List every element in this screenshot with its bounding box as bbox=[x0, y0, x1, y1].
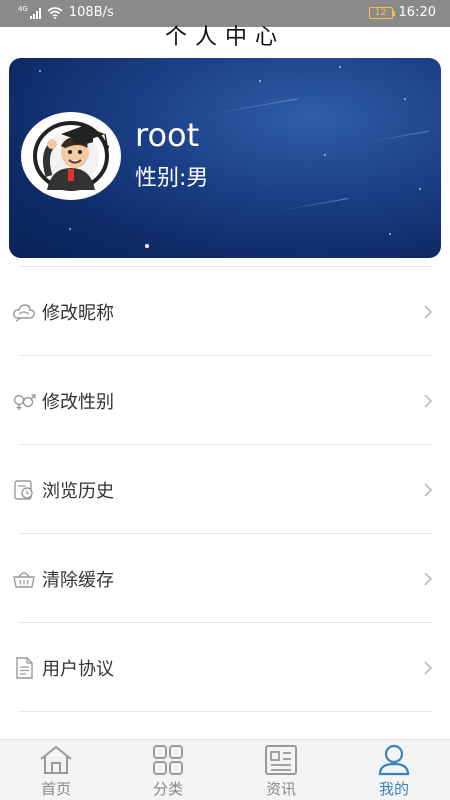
menu-item-label: 用户协议 bbox=[42, 659, 114, 680]
signal-icon bbox=[29, 7, 41, 19]
network-type: 4G bbox=[18, 4, 28, 13]
page-indicator-dot bbox=[145, 244, 149, 248]
nav-item-category[interactable]: 分类 bbox=[112, 740, 224, 800]
clock: 16:20 bbox=[398, 5, 436, 20]
chevron-right-icon bbox=[424, 572, 433, 586]
wifi-icon bbox=[47, 6, 63, 19]
streak-decoration bbox=[279, 197, 349, 212]
avatar[interactable] bbox=[21, 112, 121, 200]
cloud-icon bbox=[13, 304, 35, 322]
user-icon bbox=[378, 744, 410, 776]
nav-item-news[interactable]: 资讯 bbox=[225, 740, 337, 800]
news-icon bbox=[265, 745, 297, 775]
title-bar: 个人中心 bbox=[0, 25, 450, 53]
gender-text: 性别:男 bbox=[135, 166, 209, 191]
menu-item-user-agreement[interactable]: 用户协议 bbox=[0, 623, 450, 712]
nav-item-mine[interactable]: 我的 bbox=[338, 740, 450, 800]
menu-item-label: 清除缓存 bbox=[42, 570, 114, 591]
streak-decoration bbox=[209, 98, 299, 115]
star-decoration bbox=[69, 228, 71, 230]
star-decoration bbox=[324, 154, 326, 156]
star-decoration bbox=[259, 80, 261, 82]
chevron-right-icon bbox=[424, 394, 433, 408]
username: root bbox=[135, 116, 200, 154]
status-left: 4G 108B/s bbox=[18, 4, 114, 21]
menu-item-edit-nickname[interactable]: 修改昵称 bbox=[0, 267, 450, 356]
status-right: 12 16:20 bbox=[368, 5, 436, 20]
profile-card[interactable]: root 性别:男 bbox=[9, 58, 441, 258]
cartoon-graduate-avatar-icon bbox=[27, 116, 115, 196]
document-icon bbox=[16, 657, 33, 679]
menu-item-label: 修改性别 bbox=[42, 392, 114, 413]
menu-item-label: 修改昵称 bbox=[42, 303, 114, 324]
chevron-right-icon bbox=[424, 483, 433, 497]
battery-icon: 12 bbox=[368, 6, 395, 19]
star-decoration bbox=[419, 188, 421, 190]
star-decoration bbox=[404, 98, 406, 100]
divider bbox=[18, 711, 432, 712]
nav-label: 我的 bbox=[378, 780, 409, 798]
menu-item-browse-history[interactable]: 浏览历史 bbox=[0, 445, 450, 534]
status-bar: 4G 108B/s 12 16:20 bbox=[0, 0, 450, 27]
star-decoration bbox=[339, 66, 341, 68]
menu-item-edit-gender[interactable]: 修改性别 bbox=[0, 356, 450, 445]
streak-decoration bbox=[369, 130, 429, 143]
chevron-right-icon bbox=[424, 661, 433, 675]
bottom-nav: 首页 分类 资讯 我的 bbox=[0, 739, 450, 800]
menu-item-clear-cache[interactable]: 清除缓存 bbox=[0, 534, 450, 623]
nav-label: 首页 bbox=[40, 780, 71, 798]
star-decoration bbox=[389, 233, 391, 235]
basket-icon bbox=[13, 572, 35, 588]
page-title: 个人中心 bbox=[164, 25, 285, 50]
menu-item-label: 浏览历史 bbox=[42, 481, 114, 502]
nav-label: 资讯 bbox=[265, 780, 296, 798]
nav-label: 分类 bbox=[152, 780, 183, 798]
star-decoration bbox=[39, 70, 41, 72]
history-icon bbox=[14, 480, 33, 500]
nav-item-home[interactable]: 首页 bbox=[0, 740, 112, 800]
gender-icon bbox=[13, 394, 36, 410]
chevron-right-icon bbox=[424, 305, 433, 319]
network-speed: 108B/s bbox=[68, 5, 114, 20]
home-icon bbox=[40, 745, 72, 774]
grid-icon bbox=[153, 745, 183, 775]
